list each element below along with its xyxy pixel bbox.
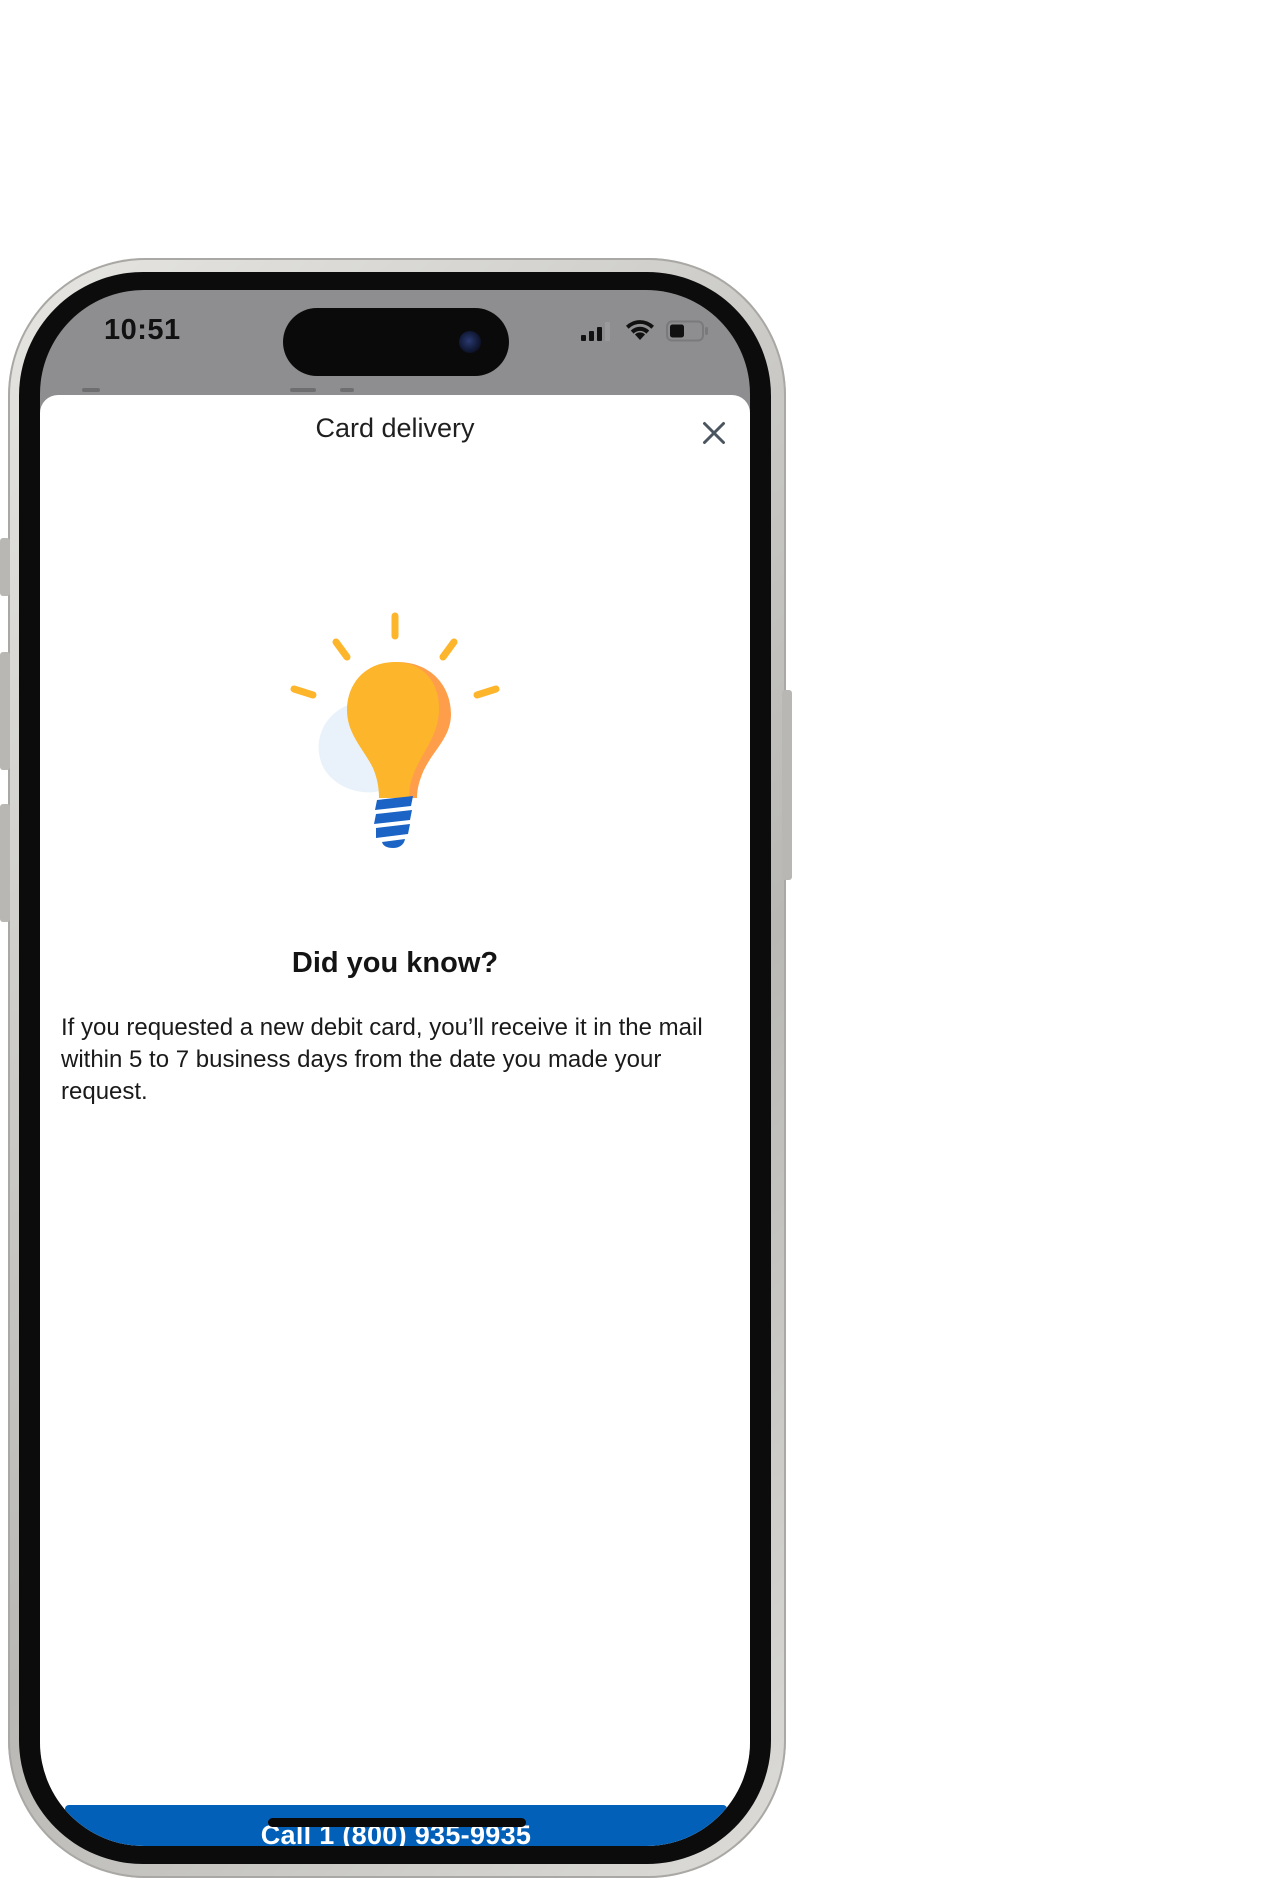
close-icon	[703, 422, 725, 444]
front-camera	[459, 331, 481, 353]
volume-up-button	[0, 652, 10, 770]
status-icons	[580, 318, 720, 348]
battery-icon	[666, 320, 708, 342]
lightbulb-illustration	[285, 610, 505, 860]
power-button	[782, 690, 792, 880]
delivery-info-text: If you requested a new debit card, you’l…	[61, 1014, 703, 1105]
volume-down-button	[0, 804, 10, 922]
lightbulb-icon	[290, 612, 500, 848]
sheet-title: Card delivery	[315, 413, 475, 443]
wifi-icon	[626, 320, 654, 340]
close-button[interactable]	[694, 413, 734, 453]
cellular-signal-icon	[581, 322, 610, 341]
action-button	[0, 538, 10, 596]
home-indicator[interactable]	[268, 1818, 526, 1827]
phone-screen: 10:51 Card delivery Did you know? If you…	[40, 290, 750, 1846]
status-bar: 10:51	[40, 290, 750, 396]
status-time: 10:51	[104, 314, 181, 346]
dynamic-island	[283, 308, 509, 376]
card-delivery-sheet: Card delivery Did you know? If you reque…	[40, 395, 750, 1846]
did-you-know-heading: Did you know?	[291, 947, 499, 979]
